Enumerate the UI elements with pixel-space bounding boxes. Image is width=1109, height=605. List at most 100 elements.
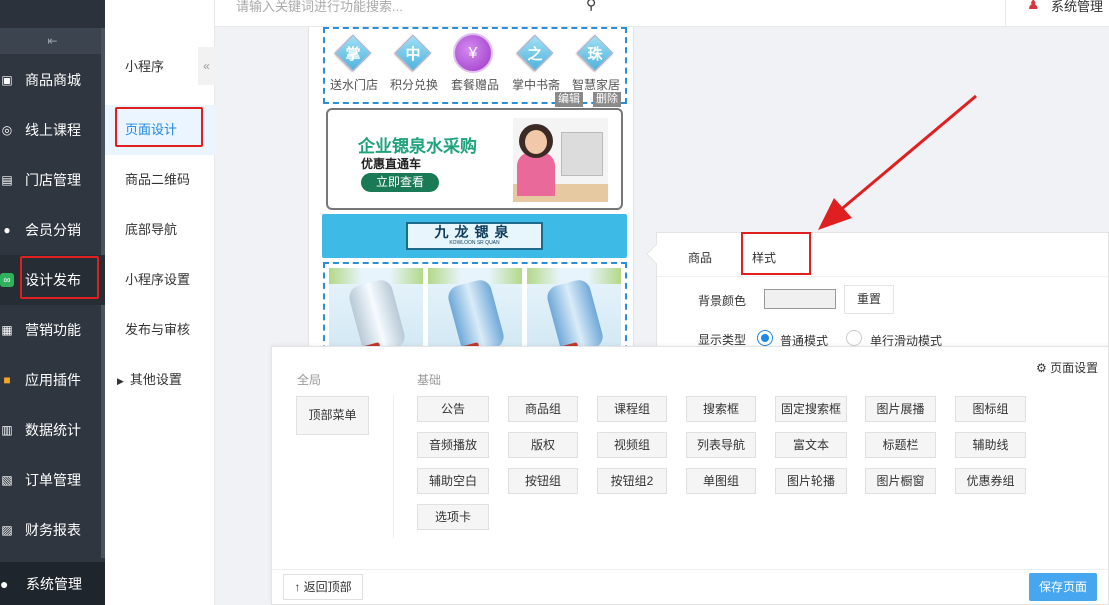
- search-icon[interactable]: ⚲: [586, 0, 596, 13]
- banner-title: 企业锶泉水采购: [358, 137, 477, 156]
- stats-icon: ▥: [1, 423, 13, 437]
- course-icon: ◎: [1, 123, 13, 137]
- annotation-arrow: [818, 94, 977, 230]
- component-button[interactable]: 辅助线: [955, 432, 1026, 458]
- gear-icon: ⚙: [1036, 361, 1047, 375]
- nav-icon-4[interactable]: 之: [516, 34, 554, 72]
- icon-group-widget[interactable]: 掌 送水门店 中 积分兑换 ¥ 套餐赠品 之 掌中书斋 珠 智慧家居 编辑 删除: [323, 27, 627, 107]
- submenu-item-goods-qrcode[interactable]: 商品二维码: [105, 155, 215, 205]
- component-button[interactable]: 音频播放: [417, 432, 489, 458]
- plugin-icon: ■: [3, 373, 11, 387]
- component-button[interactable]: 辅助空白: [417, 468, 489, 494]
- component-top-menu[interactable]: 顶部菜单: [296, 396, 369, 435]
- component-button[interactable]: 富文本: [775, 432, 847, 458]
- component-button[interactable]: 标题栏: [865, 432, 936, 458]
- sidebar-item-label: 应用插件: [25, 372, 81, 388]
- user-icon: ♟: [1027, 0, 1040, 12]
- sidebar-item-stats[interactable]: ▥ 数据统计: [0, 405, 105, 455]
- component-button[interactable]: 按钮组: [508, 468, 578, 494]
- member-icon: ●: [3, 223, 11, 237]
- finance-icon: ▨: [1, 523, 13, 537]
- sidebar-item-label: 订单管理: [25, 472, 81, 488]
- sidebar-item-label: 会员分销: [25, 222, 81, 238]
- brand-banner[interactable]: 九龙锶泉 KOWLOON SR QUAN: [322, 214, 627, 258]
- goods-image: [527, 268, 621, 357]
- sidebar-item-label: 线上课程: [25, 122, 81, 138]
- radio-normal-mode[interactable]: [757, 330, 773, 346]
- component-button[interactable]: 按钮组2: [597, 468, 667, 494]
- component-button[interactable]: 列表导航: [686, 432, 756, 458]
- component-button[interactable]: 单图组: [686, 468, 756, 494]
- reset-button[interactable]: 重置: [844, 285, 894, 314]
- submenu-item-miniapp-settings[interactable]: 小程序设置: [105, 255, 215, 305]
- basic-section-title: 基础: [417, 373, 442, 387]
- delete-button[interactable]: 删除: [593, 92, 621, 107]
- save-page-button[interactable]: 保存页面: [1029, 573, 1097, 601]
- user-menu[interactable]: 系统管理: [1051, 0, 1103, 15]
- search-input[interactable]: 请输入关键词进行功能搜索...: [236, 0, 403, 15]
- bg-color-label: 背景颜色: [698, 294, 747, 308]
- caret-right-icon: ▶: [117, 376, 124, 386]
- tab-goods[interactable]: 商品: [688, 249, 712, 266]
- submenu-collapse-icon[interactable]: «: [198, 47, 215, 85]
- nav-icon-1[interactable]: 掌: [334, 34, 372, 72]
- sidebar-item-shop[interactable]: ▣ 商品商城: [0, 55, 105, 105]
- sidebar-collapse-icon[interactable]: ⇤: [0, 28, 105, 54]
- page-settings-link[interactable]: ⚙ 页面设置: [1036, 359, 1098, 376]
- back-to-top-button[interactable]: ↑ 返回顶部: [283, 574, 363, 600]
- component-button[interactable]: 选项卡: [417, 504, 489, 530]
- sidebar-item-label: 财务报表: [25, 522, 81, 538]
- submenu-item-publish-review[interactable]: 发布与审核: [105, 305, 215, 355]
- component-button[interactable]: 版权: [508, 432, 578, 458]
- submenu-item-bottom-nav[interactable]: 底部导航: [105, 205, 215, 255]
- sidebar-item-label: 商品商城: [25, 72, 81, 88]
- sidebar-item-finance[interactable]: ▨ 财务报表: [0, 505, 105, 555]
- component-button[interactable]: 视频组: [597, 432, 667, 458]
- main-sidebar: ⇤ ▣ 商品商城 ◎ 线上课程 ▤ 门店管理 ● 会员分销 ∞ 设计发布 ▦ 营…: [0, 0, 105, 605]
- store-icon: ▤: [1, 173, 13, 187]
- component-button[interactable]: 图片橱窗: [865, 468, 936, 494]
- component-button[interactable]: 图片展播: [865, 396, 936, 422]
- submenu-item-label: 其他设置: [129, 372, 182, 387]
- component-button[interactable]: 图片轮播: [775, 468, 847, 494]
- component-button[interactable]: 图标组: [955, 396, 1026, 422]
- nav-label: 掌中书斋: [512, 78, 561, 92]
- component-button[interactable]: 商品组: [508, 396, 578, 422]
- sidebar-item-label: 数据统计: [25, 422, 81, 438]
- nav-icon-2[interactable]: 中: [394, 34, 432, 72]
- bg-color-picker[interactable]: [764, 289, 836, 309]
- radio-slide-mode[interactable]: [846, 330, 862, 346]
- component-button[interactable]: 课程组: [597, 396, 667, 422]
- highlight-box: [20, 256, 99, 299]
- global-section-title: 全局: [297, 373, 322, 387]
- sidebar-item-system[interactable]: ● 系统管理: [0, 562, 105, 605]
- component-button[interactable]: 固定搜索框: [775, 396, 847, 422]
- nav-label: 积分兑换: [390, 78, 439, 92]
- sidebar-item-member[interactable]: ● 会员分销: [0, 205, 105, 255]
- nav-icon-3[interactable]: ¥: [453, 33, 493, 73]
- nav-label: 送水门店: [330, 78, 379, 92]
- nav-icon-5[interactable]: 珠: [576, 34, 614, 72]
- sidebar-item-order[interactable]: ▧ 订单管理: [0, 455, 105, 505]
- component-button[interactable]: 搜索框: [686, 396, 756, 422]
- marketing-icon: ▦: [1, 323, 13, 337]
- banner-image: [513, 118, 608, 202]
- component-button[interactable]: 公告: [417, 396, 489, 422]
- brand-logo: 九龙锶泉 KOWLOON SR QUAN: [406, 222, 543, 250]
- nav-label: 套餐赠品: [451, 78, 500, 92]
- sidebar-logo-area: [0, 0, 105, 28]
- promo-banner[interactable]: 企业锶泉水采购 优惠直通车 立即查看: [326, 108, 623, 210]
- edit-button[interactable]: 编辑: [555, 92, 583, 107]
- sidebar-item-plugin[interactable]: ■ 应用插件: [0, 355, 105, 405]
- banner-view-button[interactable]: 立即查看: [361, 173, 439, 192]
- goods-group-widget[interactable]: [323, 262, 627, 357]
- highlight-box: [741, 232, 811, 275]
- component-button[interactable]: 优惠券组: [955, 468, 1026, 494]
- goods-image: [329, 268, 423, 357]
- submenu: 小程序 « 页面设计 商品二维码 底部导航 小程序设置 发布与审核 ▶ 其他设置: [105, 0, 215, 605]
- sidebar-item-store[interactable]: ▤ 门店管理: [0, 155, 105, 205]
- submenu-item-other-settings[interactable]: ▶ 其他设置: [105, 355, 215, 405]
- sidebar-item-course[interactable]: ◎ 线上课程: [0, 105, 105, 155]
- highlight-box: [115, 107, 203, 147]
- sidebar-item-marketing[interactable]: ▦ 营销功能: [0, 305, 105, 355]
